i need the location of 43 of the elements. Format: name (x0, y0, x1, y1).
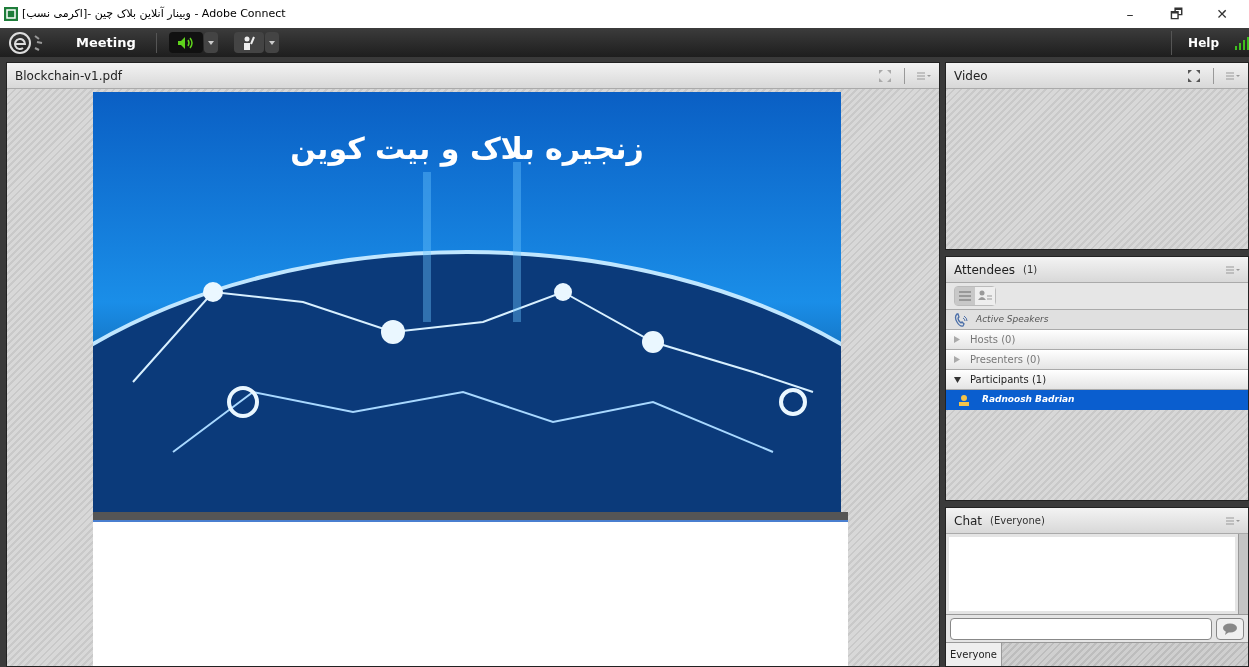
dropdown-button[interactable] (264, 32, 279, 53)
close-button[interactable]: ✕ (1199, 0, 1245, 28)
speech-bubble-icon (1222, 622, 1238, 635)
participant-row[interactable]: Radnoosh Badrian (946, 390, 1248, 410)
fullscreen-icon[interactable] (1187, 68, 1201, 83)
pod-count: (Everyone) (990, 514, 1045, 528)
minimize-button[interactable]: – (1107, 0, 1153, 28)
restore-button[interactable]: 🗗 (1153, 0, 1199, 28)
collapsed-arrow-icon[interactable] (954, 356, 960, 363)
person-list-icon[interactable] (975, 287, 995, 305)
send-button[interactable] (1216, 617, 1244, 640)
signal-icon (1235, 35, 1249, 50)
user-icon (958, 394, 970, 406)
collapsed-arrow-icon[interactable] (954, 336, 960, 343)
active-speakers-label: Active Speakers (976, 312, 1049, 326)
window-title: Adobe Connect - وبینار آنلاین بلاک چین -[اکرمی نسب] (22, 5, 286, 22)
pod-count: (1) (1023, 263, 1038, 277)
expanded-arrow-icon[interactable] (954, 376, 961, 383)
phone-icon (954, 312, 968, 327)
speaker-button[interactable] (168, 32, 203, 53)
attendee-group[interactable]: Participants (1) (946, 370, 1248, 390)
menu-item[interactable]: Meeting (68, 32, 144, 53)
help-button[interactable]: Help (1172, 33, 1235, 52)
raise-hand-button[interactable] (233, 32, 264, 53)
menu-icon[interactable] (1226, 71, 1240, 80)
pod-title: Blockchain-v1.pdf (15, 67, 122, 85)
chat-tab[interactable]: Everyone (946, 643, 1003, 666)
list-view-icon[interactable] (955, 287, 975, 305)
caret-icon (207, 40, 214, 45)
attendee-group[interactable]: Hosts (0) (946, 330, 1248, 350)
menu-icon[interactable] (1226, 265, 1240, 274)
attendee-group[interactable]: Presenters (0) (946, 350, 1248, 370)
chat-input-field[interactable] (950, 617, 1212, 640)
dropdown-button[interactable] (203, 32, 218, 53)
speaker-icon (176, 35, 195, 50)
slide-title: زنجیره بلاک و بیت کوین (289, 130, 645, 169)
app-icon (4, 7, 18, 21)
pod-title: Video (954, 67, 988, 85)
caret-icon (268, 40, 275, 45)
pod-title: Chat (954, 512, 983, 530)
pod-title: Attendees (954, 261, 1016, 279)
menu-icon[interactable] (1226, 516, 1240, 525)
menu-icon[interactable] (917, 71, 931, 80)
